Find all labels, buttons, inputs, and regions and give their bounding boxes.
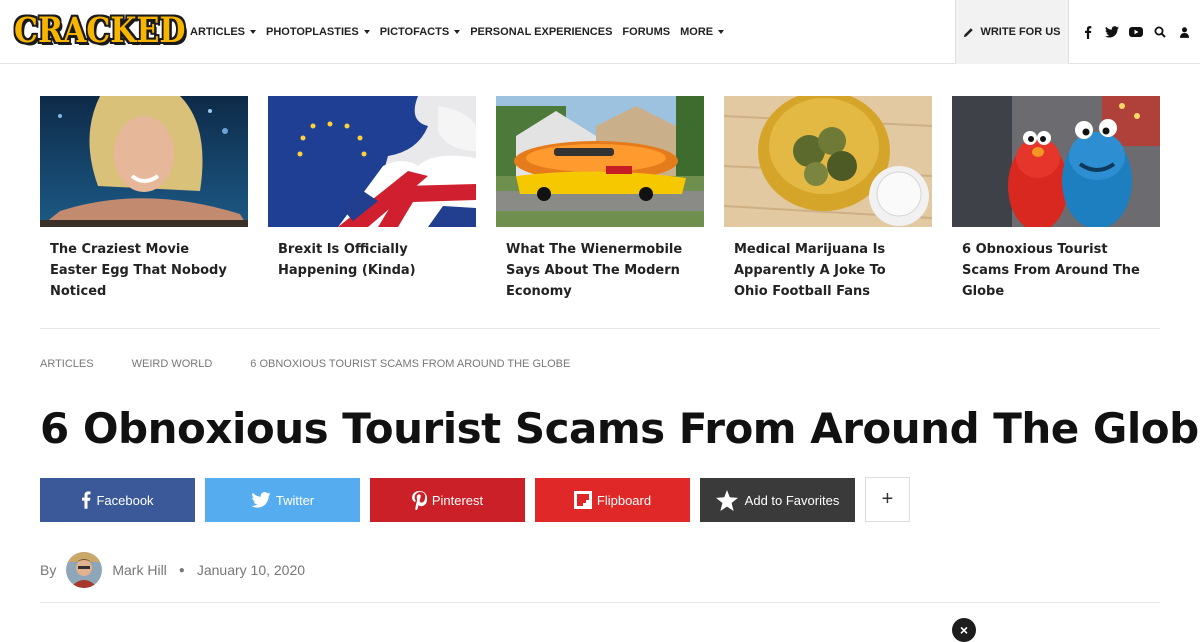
nav-label: PERSONAL EXPERIENCES (470, 26, 613, 38)
wienermobile-thumbnail[interactable] (496, 96, 704, 227)
related-title[interactable]: Brexit Is Officially Happening (Kinda) (278, 239, 466, 281)
header-icons (1076, 0, 1196, 64)
close-icon[interactable]: × (952, 618, 976, 642)
flipboard-icon (573, 491, 592, 509)
site-header: CRACKED ARTICLES PHOTOPLASTIES PICTOFACT… (0, 0, 1200, 64)
pinterest-icon (411, 490, 427, 510)
byline-divider (40, 602, 1160, 603)
more-share-button[interactable]: + (865, 477, 910, 522)
star-icon (715, 489, 738, 511)
related-card[interactable]: Brexit Is Officially Happening (Kinda) (268, 96, 476, 281)
nav-more[interactable]: MORE (680, 26, 725, 38)
nav-label: ARTICLES (190, 26, 245, 38)
caret-down-icon (363, 30, 370, 34)
caret-down-icon (454, 30, 461, 34)
nav-label: PICTOFACTS (379, 26, 450, 38)
search-icon[interactable] (1153, 25, 1167, 39)
related-title[interactable]: The Craziest Movie Easter Egg That Nobod… (50, 239, 238, 302)
related-card[interactable]: 6 Obnoxious Tourist Scams From Around Th… (952, 96, 1160, 302)
share-label: Add to Favorites (744, 492, 840, 508)
woman-in-pool-thumbnail[interactable] (40, 96, 248, 227)
main-nav: ARTICLES PHOTOPLASTIES PICTOFACTS PERSON… (190, 0, 734, 64)
write-for-us-label: WRITE FOR US (980, 26, 1061, 38)
nav-photoplasties[interactable]: PHOTOPLASTIES (266, 26, 370, 38)
elmo-cookie-monster-thumbnail[interactable] (952, 96, 1160, 227)
nav-articles[interactable]: ARTICLES (190, 26, 256, 38)
related-title[interactable]: Medical Marijuana Is Apparently A Joke T… (734, 239, 922, 302)
separator-dot: ● (178, 564, 185, 576)
twitter-icon[interactable] (1105, 25, 1119, 39)
youtube-icon[interactable] (1129, 25, 1143, 39)
marijuana-pill-bottle-thumbnail[interactable] (724, 96, 932, 227)
nav-label: MORE (680, 26, 714, 38)
share-label: Pinterest (431, 492, 484, 508)
twitter-share-button[interactable]: Twitter (205, 478, 360, 522)
breadcrumb-weird-world[interactable]: WEIRD WORLD (132, 358, 213, 370)
facebook-icon (82, 491, 91, 509)
pinterest-share-button[interactable]: Pinterest (370, 478, 525, 522)
pencil-icon (964, 27, 974, 37)
add-to-favorites-button[interactable]: Add to Favorites (700, 478, 855, 522)
author-name[interactable]: Mark Hill (112, 562, 166, 578)
flipboard-share-button[interactable]: Flipboard (535, 478, 690, 522)
byline: By Mark Hill ● January 10, 2020 (40, 552, 305, 588)
facebook-icon[interactable] (1081, 25, 1095, 39)
facebook-share-button[interactable]: Facebook (40, 478, 195, 522)
caret-down-icon (250, 30, 256, 34)
share-bar: Facebook Twitter Pinterest Flipboard Add… (40, 477, 910, 522)
nav-pictofacts[interactable]: PICTOFACTS (379, 26, 461, 38)
section-divider (40, 328, 1160, 329)
related-card[interactable]: Medical Marijuana Is Apparently A Joke T… (724, 96, 932, 302)
user-icon[interactable] (1177, 25, 1191, 39)
nav-forums[interactable]: FORUMS (622, 26, 670, 38)
related-card[interactable]: What The Wienermobile Says About The Mod… (496, 96, 704, 302)
author-avatar[interactable] (66, 552, 103, 588)
write-for-us-button[interactable]: WRITE FOR US (955, 0, 1069, 64)
nav-label: PHOTOPLASTIES (266, 26, 359, 38)
share-label: Twitter (275, 492, 315, 508)
breadcrumb: ARTICLES WEIRD WORLD 6 OBNOXIOUS TOURIST… (40, 358, 608, 370)
eu-uk-puzzle-thumbnail[interactable] (268, 96, 476, 227)
by-label: By (40, 562, 57, 578)
breadcrumb-current[interactable]: 6 OBNOXIOUS TOURIST SCAMS FROM AROUND TH… (250, 358, 570, 370)
related-card[interactable]: The Craziest Movie Easter Egg That Nobod… (40, 96, 248, 302)
share-label: Flipboard (596, 492, 652, 508)
share-label: Facebook (96, 492, 154, 508)
twitter-icon (251, 492, 271, 508)
caret-down-icon (718, 30, 725, 34)
publish-date: January 10, 2020 (196, 562, 306, 578)
page-title: 6 Obnoxious Tourist Scams From Around Th… (40, 404, 1200, 453)
breadcrumb-articles[interactable]: ARTICLES (40, 358, 94, 370)
nav-label: FORUMS (622, 26, 671, 38)
related-title[interactable]: 6 Obnoxious Tourist Scams From Around Th… (962, 239, 1150, 302)
related-title[interactable]: What The Wienermobile Says About The Mod… (506, 239, 694, 302)
cracked-logo[interactable]: CRACKED (14, 10, 185, 52)
nav-personal-experiences[interactable]: PERSONAL EXPERIENCES (470, 26, 612, 38)
